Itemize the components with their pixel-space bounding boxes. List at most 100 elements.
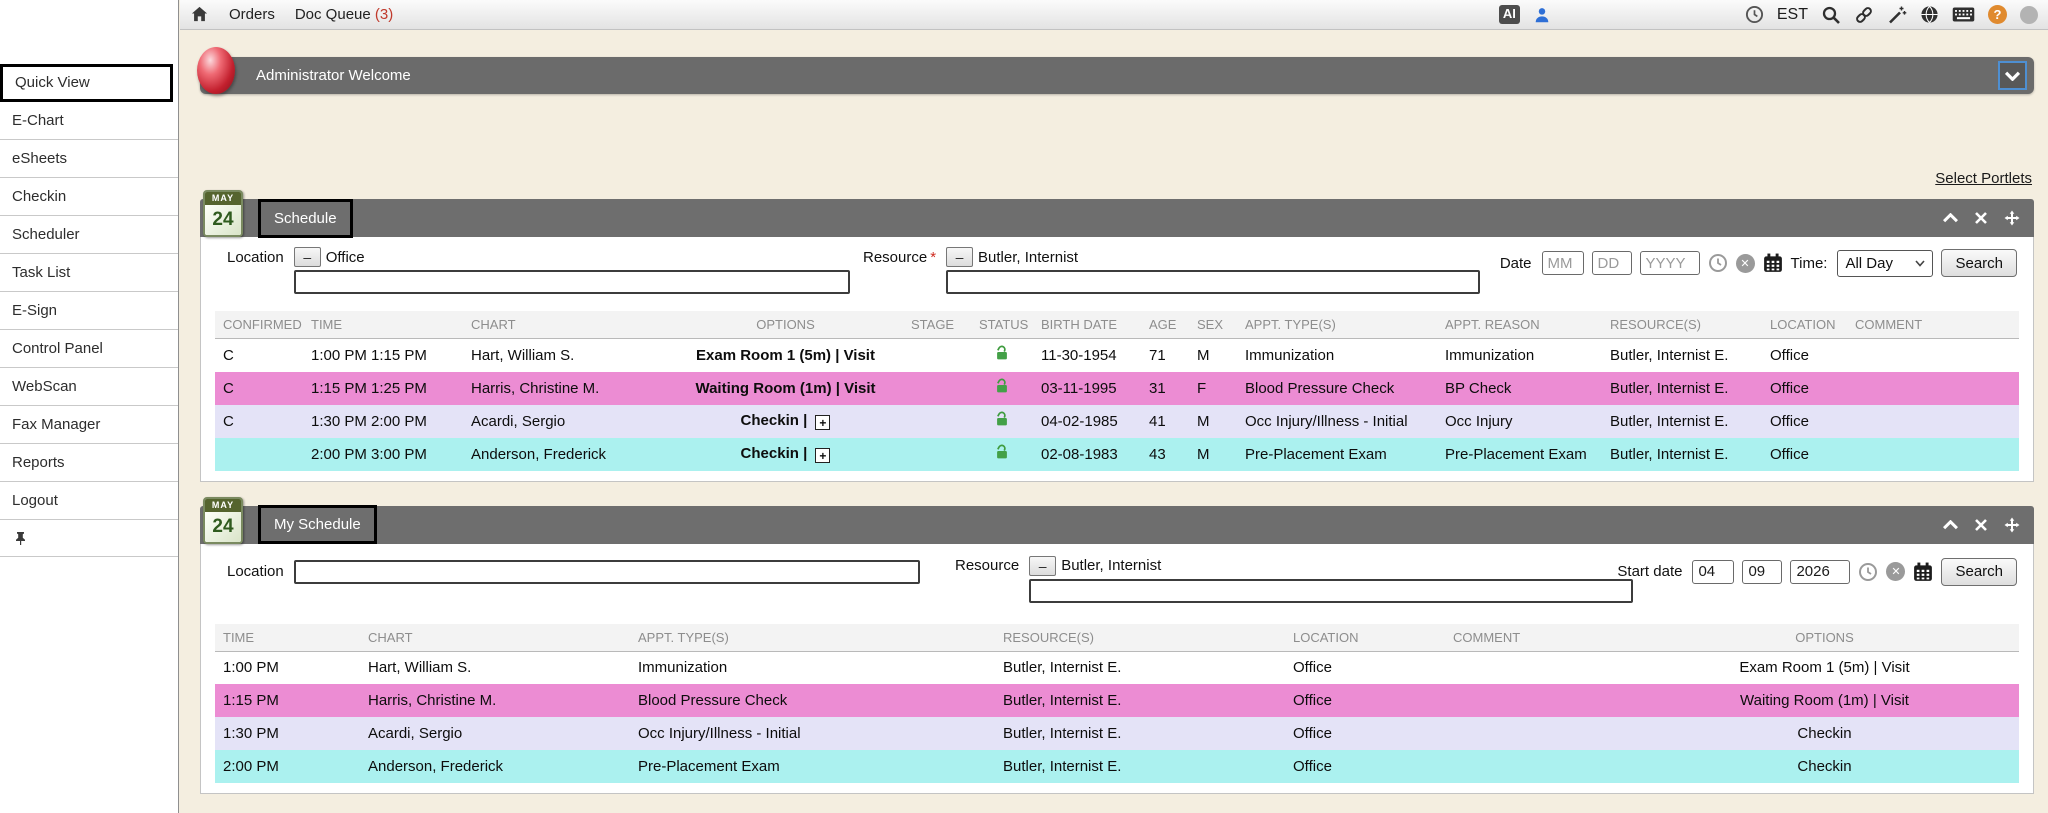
nav-doc-queue[interactable]: Doc Queue (3) — [295, 6, 393, 23]
resource-search-input[interactable] — [1029, 579, 1633, 603]
expand-plus-icon[interactable]: + — [815, 415, 830, 430]
sidebar-item-control-panel[interactable]: Control Panel — [0, 330, 178, 368]
my-schedule-search-button[interactable]: Search — [1941, 558, 2017, 586]
table-row[interactable]: 1:15 PMHarris, Christine M.Blood Pressur… — [215, 684, 2019, 717]
column-header[interactable]: OPTIONS — [668, 311, 903, 339]
sidebar-item-e-sign[interactable]: E-Sign — [0, 292, 178, 330]
time-select[interactable]: All Day — [1837, 250, 1933, 277]
column-header[interactable]: AGE — [1141, 311, 1189, 339]
globe-icon[interactable] — [1920, 5, 1939, 24]
sidebar-item-logout[interactable]: Logout — [0, 482, 178, 520]
date-month-input[interactable] — [1542, 251, 1584, 275]
timezone-clock-icon[interactable] — [1745, 5, 1764, 24]
column-header[interactable]: CHART — [360, 624, 630, 652]
sidebar-item-esheets[interactable]: eSheets — [0, 140, 178, 178]
column-header[interactable]: BIRTH DATE — [1033, 311, 1141, 339]
sidebar-item-quick-view[interactable]: Quick View — [0, 64, 173, 102]
date-year-input[interactable] — [1640, 251, 1700, 275]
column-header[interactable]: RESOURCE(S) — [1602, 311, 1762, 339]
column-header[interactable]: APPT. TYPE(S) — [630, 624, 995, 652]
cell-options[interactable]: Exam Room 1 (5m) | Visit — [668, 339, 903, 372]
table-row[interactable]: 1:00 PMHart, William S.ImmunizationButle… — [215, 651, 2019, 684]
cell-status[interactable] — [971, 372, 1033, 405]
sidebar-pin-row[interactable] — [0, 520, 178, 557]
sidebar-item-fax-manager[interactable]: Fax Manager — [0, 406, 178, 444]
sidebar-item-webscan[interactable]: WebScan — [0, 368, 178, 406]
clear-date-icon[interactable]: ✕ — [1736, 254, 1755, 273]
portlet-close-icon[interactable] — [1975, 519, 1987, 531]
start-month-input[interactable] — [1692, 560, 1734, 584]
table-row[interactable]: C1:15 PM 1:25 PMHarris, Christine M.Wait… — [215, 372, 2019, 405]
location-search-input[interactable] — [294, 270, 850, 294]
start-day-input[interactable] — [1742, 560, 1782, 584]
column-header[interactable]: RESOURCE(S) — [995, 624, 1285, 652]
remove-resource-button[interactable]: – — [1029, 556, 1056, 576]
column-header[interactable]: APPT. TYPE(S) — [1237, 311, 1437, 339]
time-picker-icon[interactable] — [1708, 253, 1728, 273]
wand-icon[interactable] — [1887, 5, 1907, 25]
cell-options[interactable]: Waiting Room (1m) | Visit — [1630, 684, 2019, 717]
cell-options[interactable]: Checkin | + — [668, 405, 903, 438]
portlet-collapse-icon[interactable] — [1943, 520, 1958, 530]
cell-options[interactable]: Checkin — [1630, 750, 2019, 783]
ai-badge[interactable]: AI — [1499, 5, 1520, 23]
sidebar-item-checkin[interactable]: Checkin — [0, 178, 178, 216]
column-header[interactable]: TIME — [215, 624, 360, 652]
select-portlets-link[interactable]: Select Portlets — [1935, 170, 2032, 187]
cell-status[interactable] — [971, 339, 1033, 372]
start-year-input[interactable] — [1790, 560, 1850, 584]
nav-orders[interactable]: Orders — [229, 6, 275, 23]
sidebar-item-scheduler[interactable]: Scheduler — [0, 216, 178, 254]
portlet-move-icon[interactable] — [2004, 210, 2020, 226]
help-icon[interactable]: ? — [1988, 5, 2007, 24]
cell-options[interactable]: Exam Room 1 (5m) | Visit — [1630, 651, 2019, 684]
cell-options[interactable]: Waiting Room (1m) | Visit — [668, 372, 903, 405]
column-header[interactable]: LOCATION — [1285, 624, 1445, 652]
column-header[interactable]: TIME — [303, 311, 463, 339]
cell-options[interactable]: Checkin | + — [668, 438, 903, 471]
home-icon[interactable] — [190, 5, 209, 24]
cell-status[interactable] — [971, 405, 1033, 438]
table-row[interactable]: 2:00 PMAnderson, FrederickPre-Placement … — [215, 750, 2019, 783]
location-search-input[interactable] — [294, 560, 920, 584]
keyboard-icon[interactable] — [1952, 7, 1975, 22]
column-header[interactable]: CONFIRMED — [215, 311, 303, 339]
table-row[interactable]: 1:30 PMAcardi, SergioOcc Injury/Illness … — [215, 717, 2019, 750]
pin-icon[interactable] — [14, 531, 27, 545]
time-picker-icon[interactable] — [1858, 562, 1878, 582]
column-header[interactable]: LOCATION — [1762, 311, 1847, 339]
user-icon[interactable] — [1533, 6, 1551, 24]
search-icon[interactable] — [1821, 5, 1841, 25]
column-header[interactable]: OPTIONS — [1630, 624, 2019, 652]
cell-options[interactable]: Checkin — [1630, 717, 2019, 750]
column-header[interactable]: APPT. REASON — [1437, 311, 1602, 339]
portlet-collapse-icon[interactable] — [1943, 213, 1958, 223]
table-row[interactable]: C1:00 PM 1:15 PMHart, William S.Exam Roo… — [215, 339, 2019, 372]
sidebar-item-reports[interactable]: Reports — [0, 444, 178, 482]
portlet-move-icon[interactable] — [2004, 517, 2020, 533]
column-header[interactable]: STAGE — [903, 311, 971, 339]
portlet-close-icon[interactable] — [1975, 212, 1987, 224]
calendar-picker-icon[interactable] — [1763, 253, 1783, 273]
column-header[interactable]: COMMENT — [1847, 311, 2019, 339]
link-icon[interactable] — [1854, 5, 1874, 25]
clear-date-icon[interactable]: ✕ — [1886, 562, 1905, 581]
remove-resource-button[interactable]: – — [946, 247, 973, 267]
column-header[interactable]: COMMENT — [1445, 624, 1630, 652]
cell-sex: M — [1189, 339, 1237, 372]
expand-plus-icon[interactable]: + — [815, 448, 830, 463]
remove-location-button[interactable]: – — [294, 247, 321, 267]
table-row[interactable]: 2:00 PM 3:00 PMAnderson, FrederickChecki… — [215, 438, 2019, 471]
column-header[interactable]: STATUS — [971, 311, 1033, 339]
column-header[interactable]: CHART — [463, 311, 668, 339]
cell-status[interactable] — [971, 438, 1033, 471]
welcome-collapse-button[interactable] — [1998, 61, 2027, 90]
resource-search-input[interactable] — [946, 270, 1480, 294]
sidebar-item-task-list[interactable]: Task List — [0, 254, 178, 292]
schedule-search-button[interactable]: Search — [1941, 249, 2017, 277]
column-header[interactable]: SEX — [1189, 311, 1237, 339]
calendar-picker-icon[interactable] — [1913, 562, 1933, 582]
date-day-input[interactable] — [1592, 251, 1632, 275]
sidebar-item-e-chart[interactable]: E-Chart — [0, 102, 178, 140]
table-row[interactable]: C1:30 PM 2:00 PMAcardi, SergioCheckin | … — [215, 405, 2019, 438]
